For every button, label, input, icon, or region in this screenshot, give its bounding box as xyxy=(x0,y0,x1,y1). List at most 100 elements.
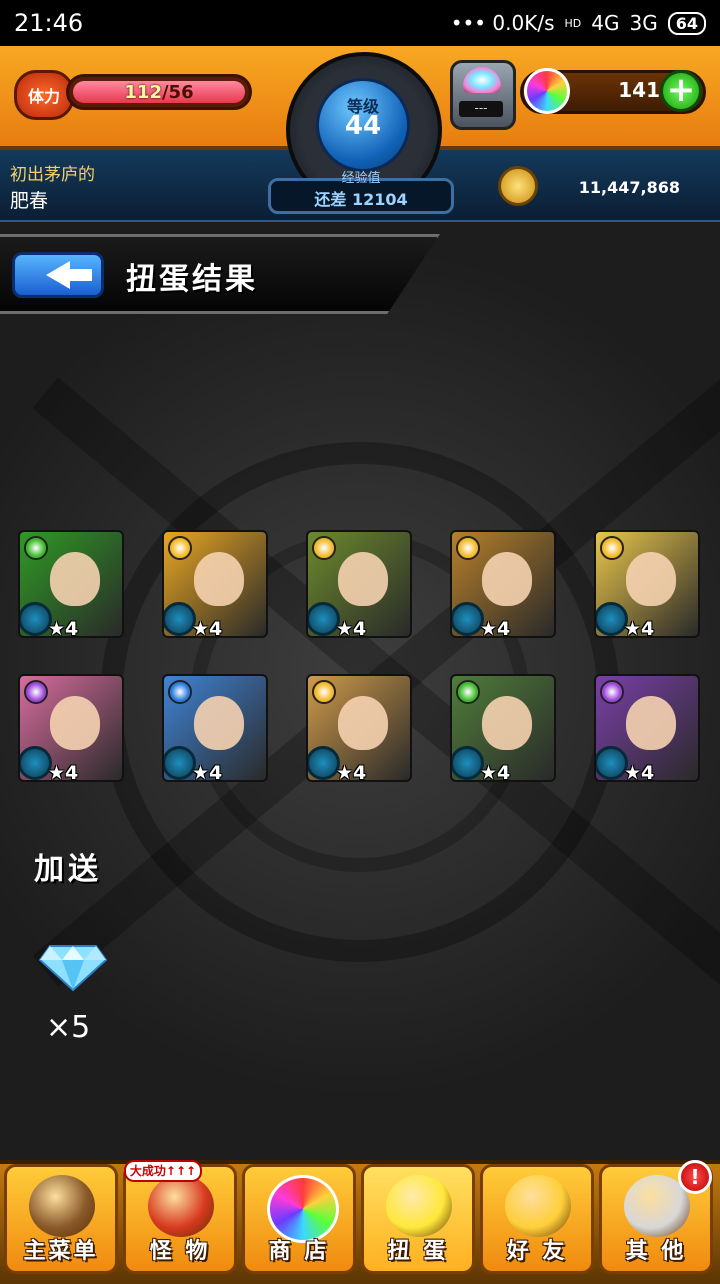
monster-type-icon xyxy=(164,602,196,636)
coin-count: 11,447,868 xyxy=(578,178,680,197)
monster-type-icon xyxy=(20,746,52,780)
monster-card[interactable]: ★4 xyxy=(306,530,412,638)
signal-4g: 4G xyxy=(591,11,620,35)
dark-attribute-icon xyxy=(600,680,624,704)
hd-label: HD xyxy=(564,16,582,30)
rarity-stars: ★4 xyxy=(48,762,79,782)
monster-icon xyxy=(148,1175,214,1237)
wood-attribute-icon xyxy=(456,680,480,704)
light-attribute-icon xyxy=(456,536,480,560)
rarity-stars: ★4 xyxy=(48,618,79,638)
light-attribute-icon xyxy=(168,536,192,560)
monster-face xyxy=(482,696,532,750)
monster-face xyxy=(626,552,676,606)
exp-label: 经验值 xyxy=(341,171,381,186)
monster-card[interactable]: ★4 xyxy=(450,530,556,638)
light-attribute-icon xyxy=(312,680,336,704)
water-attribute-icon xyxy=(168,680,192,704)
rarity-stars: ★4 xyxy=(624,618,655,638)
rarity-stars: ★4 xyxy=(336,762,367,782)
page-title: 扭蛋结果 xyxy=(126,262,258,297)
monster-face xyxy=(626,696,676,750)
monster-type-icon xyxy=(308,602,340,636)
level-value: 44 xyxy=(344,111,382,141)
stamina-icon: 体力 xyxy=(14,70,74,120)
monster-card[interactable]: ★4 xyxy=(18,674,124,782)
rarity-stars: ★4 xyxy=(480,618,511,638)
exp-panel: 经验值 还差 12104 xyxy=(268,171,454,214)
castle-gate-icon xyxy=(29,1175,95,1237)
signal-3g: 3G xyxy=(629,11,658,35)
back-arrow-icon xyxy=(46,261,92,289)
monster-card[interactable]: ★4 xyxy=(594,674,700,782)
nav-label: 商 店 xyxy=(268,1239,330,1264)
buy-orbs-button[interactable]: + xyxy=(660,70,702,112)
stamina-text: 112/56 xyxy=(69,82,249,103)
nav-label: 好 友 xyxy=(506,1239,568,1264)
exp-remaining: 还差 12104 xyxy=(314,190,408,209)
monster-type-icon xyxy=(596,746,628,780)
monster-card[interactable]: ★4 xyxy=(18,530,124,638)
stamina-label: 体力 xyxy=(27,87,60,106)
monster-face xyxy=(194,552,244,606)
great-success-badge: 大成功↑↑↑ xyxy=(124,1160,202,1182)
status-bar: 21:46 ••• 0.0K/s HD 4G 3G 64 xyxy=(0,0,720,46)
wood-attribute-icon xyxy=(24,536,48,560)
orb-count: 141 xyxy=(618,78,660,102)
monster-type-icon xyxy=(452,602,484,636)
network-speed: ••• 0.0K/s xyxy=(450,11,555,35)
alert-icon: ! xyxy=(678,1160,712,1194)
monster-face xyxy=(50,552,100,606)
monster-card[interactable]: ★4 xyxy=(450,674,556,782)
stamina-max: /56 xyxy=(161,82,194,103)
nav-label: 其 他 xyxy=(625,1239,687,1264)
player-title: 初出茅庐的 xyxy=(10,165,95,185)
stamina-bar[interactable]: 112/56 xyxy=(66,74,252,110)
nav-item-0[interactable]: 主菜单 xyxy=(4,1164,118,1274)
monster-card[interactable]: ★4 xyxy=(306,674,412,782)
nav-label: 怪 物 xyxy=(149,1239,211,1264)
level-badge[interactable]: 等级 44 xyxy=(316,78,410,172)
monster-type-icon xyxy=(308,746,340,780)
rarity-stars: ★4 xyxy=(480,762,511,782)
back-button[interactable] xyxy=(12,252,104,298)
nav-item-2[interactable]: 商 店 xyxy=(242,1164,356,1274)
monster-face xyxy=(482,552,532,606)
monster-face xyxy=(338,696,388,750)
rainbow-orb-icon xyxy=(524,68,570,114)
monster-face xyxy=(194,696,244,750)
light-attribute-icon xyxy=(600,536,624,560)
nav-label: 扭 蛋 xyxy=(387,1239,449,1264)
gacha-slot: --- xyxy=(459,101,503,117)
gacha-machine-icon[interactable]: --- xyxy=(450,60,516,130)
rarity-stars: ★4 xyxy=(192,618,223,638)
light-attribute-icon xyxy=(312,536,336,560)
gacha-dome xyxy=(463,67,501,93)
monster-face xyxy=(50,696,100,750)
status-right: ••• 0.0K/s HD 4G 3G 64 xyxy=(451,11,706,35)
monster-type-icon xyxy=(164,746,196,780)
dark-attribute-icon xyxy=(24,680,48,704)
nav-label: 主菜单 xyxy=(23,1239,99,1264)
player-name: 肥春 xyxy=(10,190,49,212)
monster-card[interactable]: ★4 xyxy=(594,530,700,638)
battery-indicator: 64 xyxy=(667,11,706,35)
diamond-icon xyxy=(38,945,108,992)
monster-type-icon xyxy=(596,602,628,636)
monster-face xyxy=(338,552,388,606)
rarity-stars: ★4 xyxy=(624,762,655,782)
bonus-count: ×5 xyxy=(46,1010,91,1045)
status-time: 21:46 xyxy=(14,9,84,37)
stamina-current: 112 xyxy=(124,82,162,103)
monster-type-icon xyxy=(20,602,52,636)
nav-item-3[interactable]: 扭 蛋 xyxy=(361,1164,475,1274)
rarity-stars: ★4 xyxy=(192,762,223,782)
nav-item-4[interactable]: 好 友 xyxy=(480,1164,594,1274)
friends-balloon-icon xyxy=(505,1175,571,1237)
monster-card[interactable]: ★4 xyxy=(162,530,268,638)
rarity-stars: ★4 xyxy=(336,618,367,638)
bonus-label: 加送 xyxy=(34,852,102,887)
egg-icon xyxy=(386,1175,452,1237)
monster-card[interactable]: ★4 xyxy=(162,674,268,782)
gold-coin-icon xyxy=(498,166,538,206)
